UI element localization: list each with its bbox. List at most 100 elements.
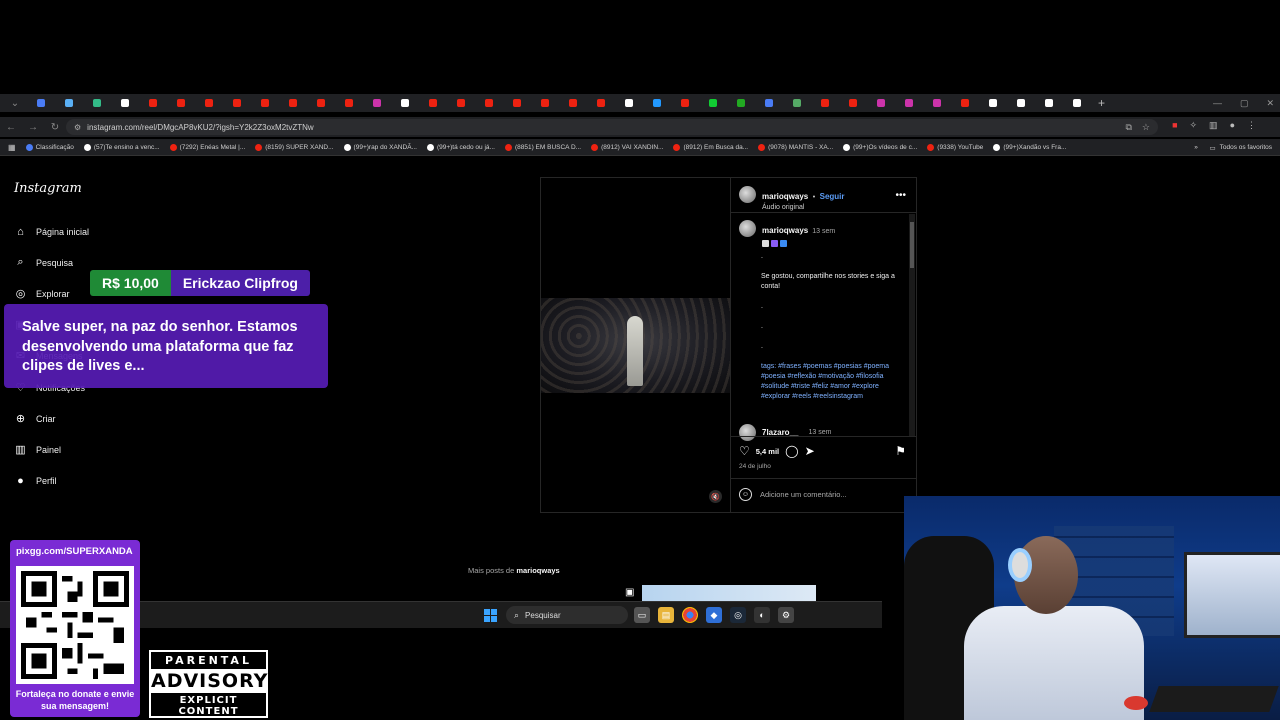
bookmark-star-icon[interactable]: ☆	[1142, 122, 1150, 133]
browser-tab[interactable]	[952, 96, 978, 110]
browser-tab[interactable]	[728, 96, 754, 110]
browser-tab[interactable]	[896, 96, 922, 110]
minimize-icon[interactable]: —	[1213, 98, 1222, 108]
browser-tab[interactable]	[616, 96, 642, 110]
browser-tab[interactable]	[308, 96, 334, 110]
app-badge-icon[interactable]: ◐	[754, 607, 770, 623]
back-icon[interactable]: ←	[0, 122, 22, 133]
author-avatar[interactable]	[739, 186, 756, 203]
bookmark-item[interactable]: (99+)rap do XANDÃ...	[343, 143, 417, 151]
browser-tab[interactable]	[476, 96, 502, 110]
store-icon[interactable]: ◆	[706, 607, 722, 623]
caption-author-username[interactable]: marioqways	[762, 226, 808, 235]
maximize-icon[interactable]: ▢	[1240, 98, 1249, 109]
browser-tab[interactable]	[812, 96, 838, 110]
caption-author-avatar[interactable]	[739, 220, 756, 237]
browser-tab[interactable]	[112, 96, 138, 110]
address-bar[interactable]: ⚙ instagram.com/reel/DMgcAP8vKU2/?igsh=Y…	[66, 119, 1158, 135]
browser-tab[interactable]	[420, 96, 446, 110]
browser-tab[interactable]	[784, 96, 810, 110]
browser-tab[interactable]	[700, 96, 726, 110]
browser-tab[interactable]	[1064, 96, 1090, 110]
task-view-icon[interactable]: ▭	[634, 607, 650, 623]
emoji-picker-icon[interactable]: ☺	[739, 488, 752, 501]
browser-tab[interactable]	[336, 96, 362, 110]
url-text[interactable]: instagram.com/reel/DMgcAP8vKU2/?igsh=Y2k…	[87, 123, 314, 132]
bookmark-item[interactable]: (99+)tá cedo ou já...	[426, 143, 495, 151]
comment-input[interactable]: Adicione um comentário...	[760, 490, 847, 499]
audio-toggle-icon[interactable]: 🔇	[709, 490, 722, 503]
settings-gear-icon[interactable]: ⚙	[778, 607, 794, 623]
sidebar-item-home[interactable]: ⌂ Página inicial	[14, 225, 89, 238]
browser-tab[interactable]	[504, 96, 530, 110]
browser-tab[interactable]	[196, 96, 222, 110]
bookmark-item[interactable]: (8912) VAI XANDIN...	[591, 143, 663, 151]
site-info-icon[interactable]: ⚙	[74, 123, 81, 132]
instagram-logo[interactable]: Instagram	[14, 181, 82, 196]
sidebar-item-plus[interactable]: ⊕ Criar	[14, 412, 56, 425]
browser-tab[interactable]	[644, 96, 670, 110]
sidebar-item-search[interactable]: ⌕ Pesquisa	[14, 256, 73, 269]
browser-tab[interactable]	[672, 96, 698, 110]
more-posts-thumbnail[interactable]	[642, 585, 816, 601]
comments-scrollbar-thumb[interactable]	[910, 222, 914, 268]
bookmark-item[interactable]: (8912) Em Busca da...	[673, 143, 748, 151]
browser-tab[interactable]	[28, 96, 54, 110]
apps-grid-icon[interactable]: ▦	[8, 143, 16, 152]
browser-tab[interactable]	[280, 96, 306, 110]
all-bookmarks-button[interactable]: » ▭ Todos os favoritos	[1186, 139, 1272, 155]
more-posts-user[interactable]: marioqways	[516, 566, 559, 575]
forward-icon[interactable]: →	[22, 122, 44, 133]
audio-label[interactable]: Áudio original	[762, 204, 845, 211]
browser-tab[interactable]	[560, 96, 586, 110]
browser-tab[interactable]	[140, 96, 166, 110]
browser-tab[interactable]	[392, 96, 418, 110]
close-window-icon[interactable]: ✕	[1266, 98, 1274, 109]
bookmark-item[interactable]: (57)Te ensino a venc...	[83, 143, 160, 151]
browser-tab[interactable]	[168, 96, 194, 110]
taskbar-search[interactable]: ⌕ Pesquisar	[506, 606, 628, 624]
browser-tab[interactable]	[224, 96, 250, 110]
save-bookmark-icon[interactable]: ⚑	[895, 444, 906, 458]
bookmark-item[interactable]: (99+)Os vídeos de c...	[843, 143, 917, 151]
browser-tab[interactable]	[252, 96, 278, 110]
tab-search-icon[interactable]: ⌄	[4, 98, 26, 109]
extension-puzzle-icon[interactable]: ✧	[1190, 120, 1198, 131]
sidebar-item-compass[interactable]: ◎ Explorar	[14, 287, 70, 300]
share-icon[interactable]: ➤	[805, 444, 815, 458]
browser-tab[interactable]	[756, 96, 782, 110]
browser-tab[interactable]	[588, 96, 614, 110]
like-heart-icon[interactable]: ♡	[739, 444, 750, 458]
browser-tab[interactable]	[364, 96, 390, 110]
author-username[interactable]: marioqways	[762, 192, 808, 201]
extension-red-icon[interactable]: ■	[1172, 120, 1177, 131]
new-tab-button[interactable]: +	[1098, 96, 1105, 110]
steam-icon[interactable]: ◎	[730, 607, 746, 623]
bookmark-item[interactable]: (99+)Xandão vs Fra...	[993, 143, 1066, 151]
browser-tab[interactable]	[84, 96, 110, 110]
bookmark-item[interactable]: (8851) EM BUSCA D...	[504, 143, 581, 151]
browser-tab[interactable]	[448, 96, 474, 110]
bookmark-item[interactable]: (7292) Enéas Metal |...	[169, 143, 245, 151]
windows-start-icon[interactable]	[484, 609, 497, 622]
chrome-icon[interactable]	[682, 607, 698, 623]
browser-tab[interactable]	[980, 96, 1006, 110]
caption-tags[interactable]: tags: #frases #poemas #poesias #poema #p…	[761, 362, 901, 402]
reel-video[interactable]: 🔇	[541, 178, 730, 512]
likes-count[interactable]: 5,4 mil	[756, 447, 779, 456]
more-options-icon[interactable]: •••	[895, 190, 906, 201]
bookmark-item[interactable]: Classificação	[25, 143, 74, 151]
bookmark-item[interactable]: (9338) YouTube	[927, 143, 983, 151]
commenter-avatar[interactable]	[739, 424, 756, 441]
sidepanel-icon[interactable]: ▥	[1209, 120, 1218, 131]
file-explorer-icon[interactable]: ▤	[658, 607, 674, 623]
browser-tab[interactable]	[924, 96, 950, 110]
browser-tab[interactable]	[56, 96, 82, 110]
reload-icon[interactable]: ↻	[44, 122, 66, 133]
profile-avatar-icon[interactable]: ●	[1230, 120, 1235, 131]
bookmark-item[interactable]: (8159) SUPER XAND...	[255, 143, 334, 151]
browser-tab[interactable]	[1008, 96, 1034, 110]
install-app-icon[interactable]: ⧉	[1125, 122, 1131, 133]
browser-tab[interactable]	[1036, 96, 1062, 110]
menu-dots-icon[interactable]: ⋮	[1247, 120, 1256, 131]
